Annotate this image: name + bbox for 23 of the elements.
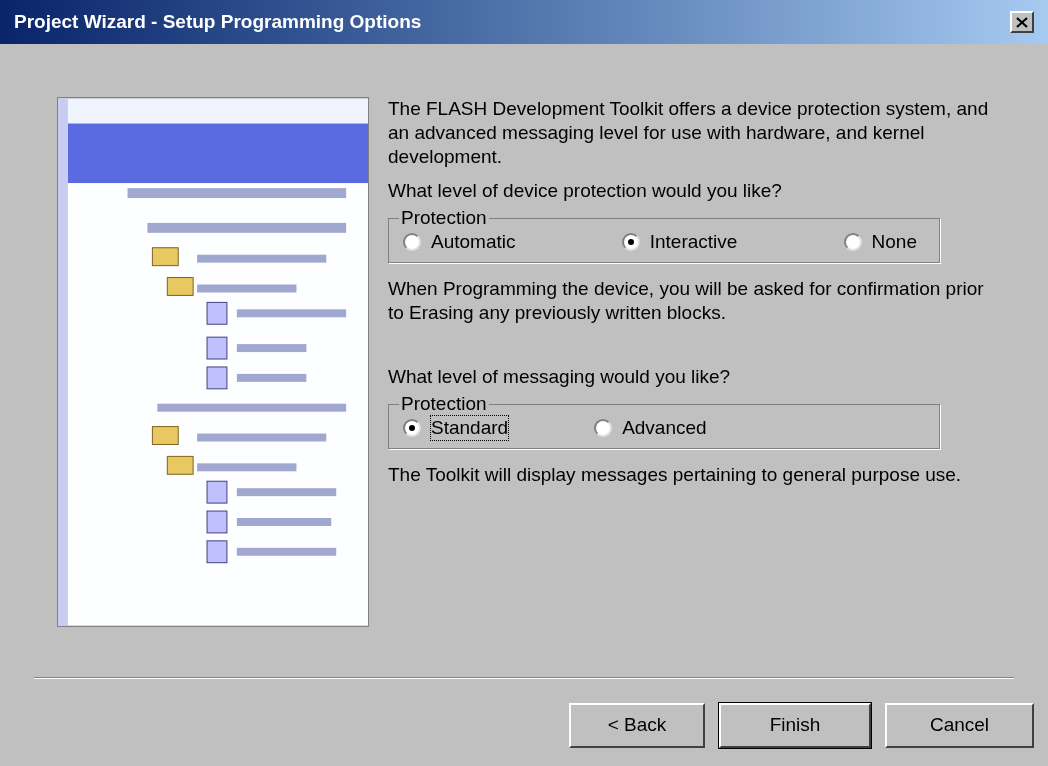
protection-note: When Programming the device, you will be asked for confirmation prior to Erasing any previously written blocks. — [388, 277, 985, 325]
messaging-note: The Toolkit will display messages pertaining to general purpose use. — [388, 463, 963, 487]
radio-label: None — [871, 230, 917, 254]
group-label: Protection — [400, 206, 488, 230]
radio-button[interactable] — [594, 419, 613, 437]
dialog-button[interactable]: < Back — [569, 703, 705, 748]
protection-question: What level of device protection would you like? — [388, 179, 783, 203]
intro-text: The FLASH Development Toolkit offers a device protection system, and an advanced messaging level for use with hardware, and kernel development. — [388, 97, 990, 169]
close-button[interactable] — [1010, 11, 1034, 33]
radio-button[interactable] — [403, 419, 421, 437]
radio-label: Interactive — [649, 230, 738, 254]
dialog-button[interactable]: Cancel — [885, 703, 1034, 748]
radio-label: Standard — [431, 416, 509, 440]
radio-button[interactable] — [621, 233, 640, 251]
radio-button[interactable] — [403, 233, 421, 251]
window-title: Project Wizard - Setup Programming Options — [14, 9, 422, 34]
radio-label: Advanced — [622, 416, 707, 440]
radio-label: Automatic — [431, 230, 516, 254]
radio-button[interactable] — [843, 233, 862, 251]
messaging-question: What level of messaging would you like? — [388, 365, 732, 389]
group-label: Protection — [400, 392, 488, 416]
dialog-button[interactable]: Finish — [719, 703, 871, 748]
close-icon — [1016, 16, 1028, 28]
